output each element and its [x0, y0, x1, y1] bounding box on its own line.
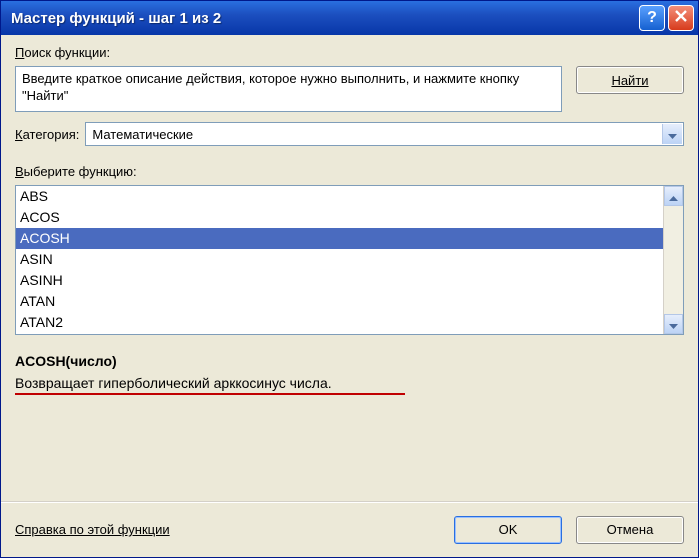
- function-listbox[interactable]: ABSACOSACOSHASINASINHATANATAN2: [15, 185, 684, 335]
- close-icon: [675, 9, 687, 27]
- list-item[interactable]: ACOSH: [16, 228, 663, 249]
- category-dropdown-button[interactable]: [662, 124, 682, 144]
- list-item[interactable]: ABS: [16, 186, 663, 207]
- titlebar[interactable]: Мастер функций - шаг 1 из 2 ?: [1, 1, 698, 35]
- list-item[interactable]: ATAN2: [16, 312, 663, 333]
- list-item[interactable]: ATAN: [16, 291, 663, 312]
- scroll-up-button[interactable]: [664, 186, 683, 206]
- list-item[interactable]: ACOS: [16, 207, 663, 228]
- client-area: Поиск функции: Введите краткое описание …: [1, 35, 698, 501]
- function-signature: ACOSH(число): [15, 353, 684, 369]
- scrollbar[interactable]: [663, 186, 683, 334]
- titlebar-help-button[interactable]: ?: [639, 5, 665, 31]
- function-description: Возвращает гиперболический арккосинус чи…: [15, 375, 684, 391]
- select-function-label: Выберите функцию:: [15, 164, 684, 179]
- emphasis-underline: [15, 393, 405, 395]
- function-wizard-dialog: Мастер функций - шаг 1 из 2 ? Поиск функ…: [0, 0, 699, 558]
- category-label: Категория:: [15, 127, 79, 142]
- chevron-up-icon: [669, 189, 678, 204]
- dialog-footer: Справка по этой функции OK Отмена: [1, 501, 698, 557]
- window-title: Мастер функций - шаг 1 из 2: [11, 10, 636, 27]
- help-icon: ?: [647, 9, 657, 27]
- category-selected-value: Математические: [92, 127, 193, 142]
- search-row: Введите краткое описание действия, котор…: [15, 66, 684, 112]
- list-item[interactable]: ASINH: [16, 270, 663, 291]
- chevron-down-icon: [669, 317, 678, 332]
- find-button[interactable]: Найти: [576, 66, 684, 94]
- ok-button[interactable]: OK: [454, 516, 562, 544]
- category-row: Категория: Математические: [15, 122, 684, 146]
- chevron-down-icon: [668, 127, 677, 142]
- search-input[interactable]: Введите краткое описание действия, котор…: [15, 66, 562, 112]
- cancel-button[interactable]: Отмена: [576, 516, 684, 544]
- find-button-label: Найти: [611, 73, 648, 88]
- scrollbar-track[interactable]: [664, 206, 683, 314]
- titlebar-close-button[interactable]: [668, 5, 694, 31]
- list-item[interactable]: ASIN: [16, 249, 663, 270]
- help-link[interactable]: Справка по этой функции: [15, 522, 440, 537]
- search-label: Поиск функции:: [15, 45, 684, 60]
- scroll-down-button[interactable]: [664, 314, 683, 334]
- category-combo[interactable]: Математические: [85, 122, 684, 146]
